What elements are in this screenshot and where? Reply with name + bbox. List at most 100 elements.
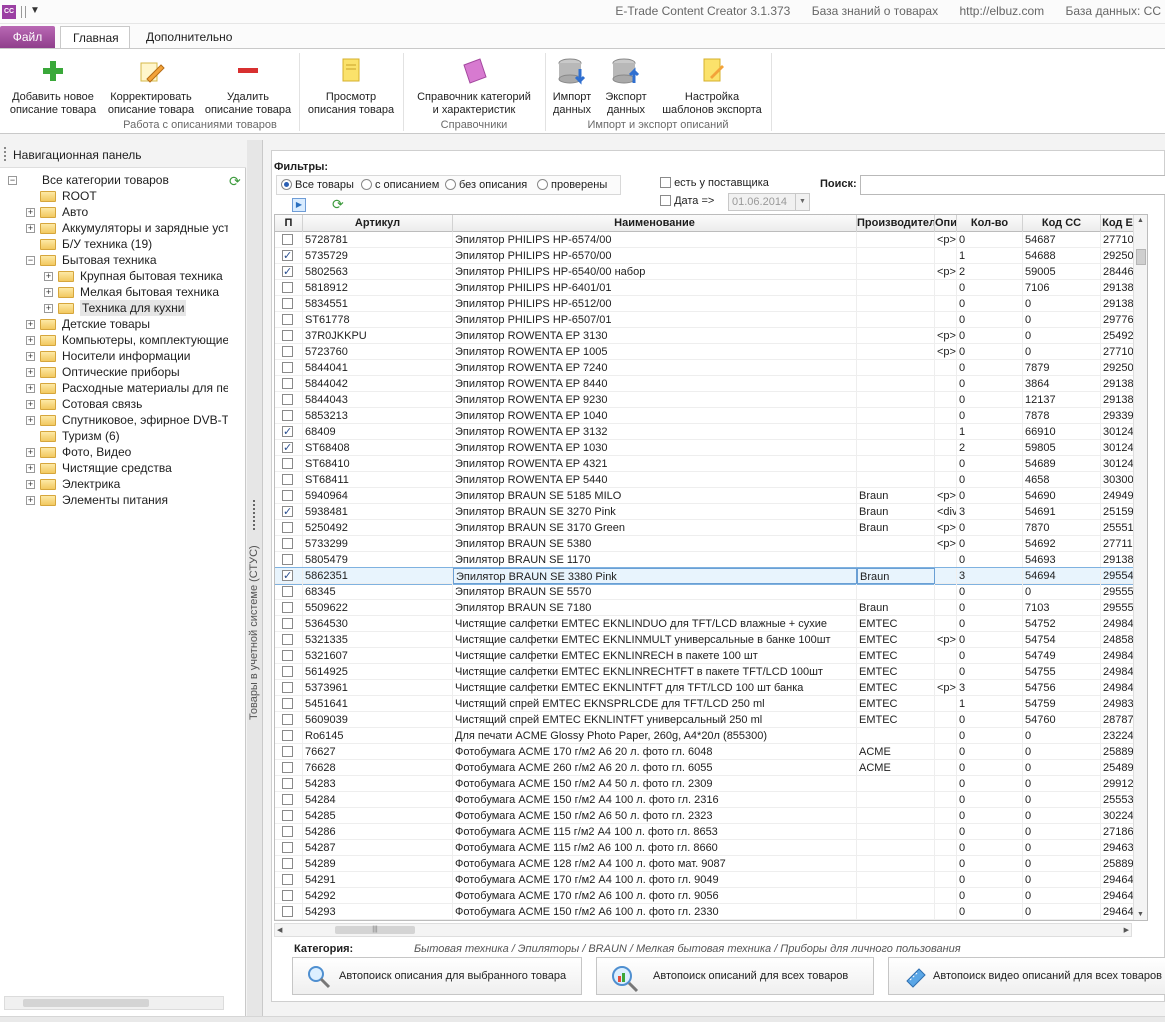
row-checkbox[interactable] <box>282 458 293 469</box>
row-checkbox[interactable] <box>282 906 293 917</box>
cell-cc[interactable]: 54687 <box>1023 232 1101 248</box>
import-data-button[interactable]: Импорт данных <box>548 53 596 117</box>
tree-node[interactable]: + Мелкая бытовая техника <box>0 284 228 300</box>
cell-mfr[interactable] <box>857 328 935 344</box>
cell-desc[interactable] <box>935 696 957 712</box>
table-row[interactable]: Ro6145 Для печати ACME Glossy Photo Paper… <box>275 728 1135 744</box>
row-checkbox-cell[interactable] <box>275 232 303 248</box>
row-checkbox[interactable] <box>282 618 293 629</box>
cell-name[interactable]: Чистящий спрей EMTEC EKNLINTFT универсал… <box>453 712 857 728</box>
table-row[interactable]: 5844041 Эпилятор ROWENTA EP 7240 0 7879 2925… <box>275 360 1135 376</box>
cell-ext[interactable]: 292500 <box>1101 248 1135 264</box>
row-checkbox[interactable] <box>282 264 293 280</box>
knowledge-base-link[interactable]: База знаний о товарах <box>812 4 938 18</box>
cell-desc[interactable] <box>935 296 957 312</box>
cell-cc[interactable]: 0 <box>1023 872 1101 888</box>
table-row[interactable]: 5735729Эпилятор PHILIPS HP-6570/00 154688… <box>275 248 1135 264</box>
expand-icon[interactable]: + <box>26 208 35 217</box>
cell-name[interactable]: Эпилятор PHILIPS HP-6401/01 <box>453 280 857 296</box>
cell-desc[interactable] <box>935 840 957 856</box>
cell-mfr[interactable] <box>857 264 935 280</box>
row-checkbox[interactable] <box>282 858 293 869</box>
tree-node[interactable]: + Электрика <box>0 476 228 492</box>
cell-mfr[interactable] <box>857 456 935 472</box>
cell-sku[interactable]: 54287 <box>303 840 453 856</box>
cell-name[interactable]: Для печати ACME Glossy Photo Paper, 260g… <box>453 728 857 744</box>
cell-desc[interactable] <box>935 664 957 680</box>
cell-name[interactable]: Фотобумага ACME 150 г/м2 А4 50 л. фото г… <box>453 776 857 792</box>
cell-name[interactable]: Фотобумага ACME 128 г/м2 А4 100 л. фото … <box>453 856 857 872</box>
table-row[interactable]: 5373961 Чистящие салфетки EMTEC EKNLINTFT… <box>275 680 1135 696</box>
cell-name[interactable]: Эпилятор BRAUN SE 7180 <box>453 600 857 616</box>
cell-name[interactable]: Эпилятор PHILIPS HP-6512/00 <box>453 296 857 312</box>
cell-ext[interactable]: 249840 <box>1101 616 1135 632</box>
cell-sku[interactable]: 5609039 <box>303 712 453 728</box>
radio-all-products[interactable]: Все товары <box>281 179 354 193</box>
column-header[interactable]: П <box>275 215 303 232</box>
cell-mfr[interactable]: EMTEC <box>857 616 935 632</box>
cell-qty[interactable]: 0 <box>957 296 1023 312</box>
autosearch-video-button[interactable]: Автопоиск видео описаний для всех товаро… <box>888 957 1165 995</box>
row-checkbox[interactable] <box>282 730 293 741</box>
table-row[interactable]: 54293 Фотобумага ACME 150 г/м2 А6 100 л. … <box>275 904 1135 920</box>
cell-cc[interactable]: 0 <box>1023 840 1101 856</box>
row-checkbox-cell[interactable] <box>275 440 303 456</box>
table-row[interactable]: 5614925 Чистящие салфетки EMTEC EKNLINREC… <box>275 664 1135 680</box>
cell-sku[interactable]: 5321335 <box>303 632 453 648</box>
dictionary-button[interactable]: Справочник категорий и характеристик <box>406 53 542 117</box>
cell-name[interactable]: Фотобумага ACME 260 г/м2 А6 20 л. фото г… <box>453 760 857 776</box>
cell-ext[interactable]: 249841 <box>1101 648 1135 664</box>
search-input[interactable] <box>860 175 1165 195</box>
cell-name[interactable]: Эпилятор ROWENTA EP 3130 <box>453 328 857 344</box>
row-checkbox[interactable] <box>282 842 293 853</box>
cell-desc[interactable] <box>935 552 957 568</box>
tree-node[interactable]: + Сотовая связь <box>0 396 228 412</box>
cell-mfr[interactable]: Braun <box>857 600 935 616</box>
row-checkbox-cell[interactable] <box>275 696 303 712</box>
row-checkbox-cell[interactable] <box>275 760 303 776</box>
row-checkbox[interactable] <box>282 522 293 533</box>
cell-cc[interactable]: 0 <box>1023 760 1101 776</box>
cell-sku[interactable]: 5818912 <box>303 280 453 296</box>
cell-sku[interactable]: 76627 <box>303 744 453 760</box>
cell-desc[interactable] <box>935 872 957 888</box>
tree-horizontal-scrollbar[interactable] <box>4 996 224 1010</box>
cell-name[interactable]: Чистящие салфетки EMTEC EKNLINDUO для TF… <box>453 616 857 632</box>
scrollbar-thumb[interactable] <box>1136 249 1146 265</box>
radio-checked[interactable]: проверены <box>537 179 607 193</box>
row-checkbox-cell[interactable] <box>275 712 303 728</box>
autosearch-selected-button[interactable]: Автопоиск описания для выбранного товара <box>292 957 582 995</box>
add-description-button[interactable]: Добавить новое описание товара <box>4 53 102 117</box>
row-checkbox[interactable] <box>282 362 293 373</box>
cell-desc[interactable] <box>935 312 957 328</box>
expand-icon[interactable]: + <box>26 224 35 233</box>
cell-cc[interactable]: 3864 <box>1023 376 1101 392</box>
drag-grip-icon[interactable] <box>4 147 7 161</box>
cell-desc[interactable] <box>935 392 957 408</box>
cell-desc[interactable]: <p> <box>935 328 957 344</box>
cell-cc[interactable]: 0 <box>1023 856 1101 872</box>
row-checkbox-cell[interactable] <box>275 536 303 552</box>
table-row[interactable]: 54285 Фотобумага ACME 150 г/м2 А6 50 л. ф… <box>275 808 1135 824</box>
cell-ext[interactable]: 232246 <box>1101 728 1135 744</box>
cell-qty[interactable]: 0 <box>957 520 1023 536</box>
scroll-right-icon[interactable]: ▶ <box>1124 926 1129 934</box>
cell-ext[interactable]: 299122 <box>1101 776 1135 792</box>
tab-file[interactable]: Файл <box>0 26 55 48</box>
cell-qty[interactable]: 0 <box>957 808 1023 824</box>
table-row[interactable]: 5609039 Чистящий спрей EMTEC EKNLINTFT ун… <box>275 712 1135 728</box>
cell-name[interactable]: Чистящие салфетки EMTEC EKNLINTFT для TF… <box>453 680 857 696</box>
cell-desc[interactable] <box>935 728 957 744</box>
cell-ext[interactable]: 291386 <box>1101 296 1135 312</box>
cell-mfr[interactable]: Braun <box>857 520 935 536</box>
expand-icon[interactable]: + <box>26 368 35 377</box>
cell-sku[interactable]: 5451641 <box>303 696 453 712</box>
expand-icon[interactable]: + <box>26 320 35 329</box>
expand-icon[interactable]: + <box>26 416 35 425</box>
tree-node[interactable]: + Аккумуляторы и зарядные устройства <box>0 220 228 236</box>
cell-cc[interactable]: 54690 <box>1023 488 1101 504</box>
cell-name[interactable]: Эпилятор ROWENTA EP 9230 <box>453 392 857 408</box>
cell-qty[interactable]: 0 <box>957 584 1023 600</box>
table-row[interactable]: 54292 Фотобумага ACME 170 г/м2 А6 100 л. … <box>275 888 1135 904</box>
tree-node[interactable]: Туризм (6) <box>0 428 228 444</box>
